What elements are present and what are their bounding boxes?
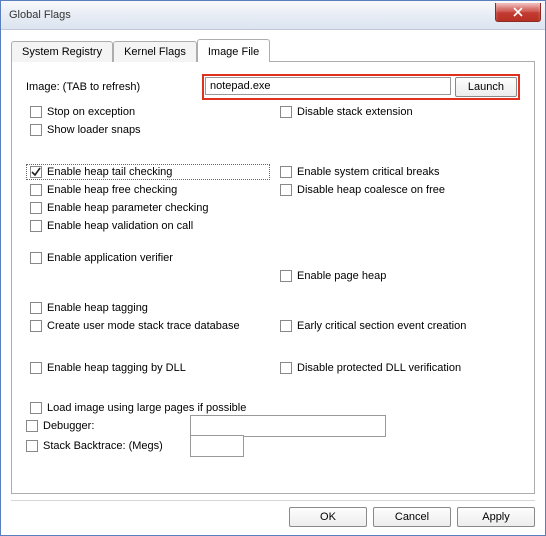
chk-label: Enable heap validation on call (47, 220, 193, 232)
chk-label: Enable heap parameter checking (47, 202, 208, 214)
chk-enable-heap-param[interactable]: Enable heap parameter checking (26, 200, 270, 216)
group-5: Enable heap tagging by DLL Disable prote… (26, 360, 520, 376)
checkbox-icon (280, 166, 292, 178)
checkbox-icon (280, 362, 292, 374)
checkbox-icon (30, 106, 42, 118)
group-2: Enable heap tail checking Enable heap fr… (26, 164, 520, 234)
chk-label: Enable application verifier (47, 252, 173, 264)
dialog-body: System Registry Kernel Flags Image File … (1, 30, 545, 500)
chk-label: Disable protected DLL verification (297, 362, 461, 374)
image-label: Image: (TAB to refresh) (26, 81, 196, 93)
titlebar: Global Flags (1, 1, 545, 30)
checkbox-icon (30, 402, 42, 414)
close-icon (513, 7, 523, 17)
chk-early-crit-section[interactable]: Early critical section event creation (276, 318, 520, 334)
input-backtrace[interactable] (190, 435, 244, 457)
chk-enable-heap-valid[interactable]: Enable heap validation on call (26, 218, 270, 234)
group-1-left: Stop on exception Show loader snaps (26, 104, 270, 138)
chk-enable-page-heap[interactable]: Enable page heap (276, 268, 520, 284)
chk-label: Create user mode stack trace database (47, 320, 240, 332)
checkbox-icon (26, 440, 38, 452)
footer: OK Cancel Apply (1, 501, 545, 535)
group-1: Stop on exception Show loader snaps Disa… (26, 104, 520, 138)
ok-button[interactable]: OK (289, 507, 367, 527)
group-1-right: Disable stack extension (276, 104, 520, 138)
checkbox-icon (30, 362, 42, 374)
chk-label: Disable heap coalesce on free (297, 184, 445, 196)
bottom-fields: Load image using large pages if possible… (26, 400, 520, 456)
checkbox-icon (26, 420, 38, 432)
chk-label: Enable heap tagging by DLL (47, 362, 186, 374)
chk-label: Enable heap tagging (47, 302, 148, 314)
checkbox-icon (30, 320, 42, 332)
group-4-right: Early critical section event creation (276, 300, 520, 334)
chk-debugger[interactable]: Debugger: (26, 420, 186, 432)
tabpanel-image-file: Image: (TAB to refresh) Launch Stop on e… (11, 61, 535, 494)
chk-enable-heap-tag-dll[interactable]: Enable heap tagging by DLL (26, 360, 270, 376)
group-4: Enable heap tagging Create user mode sta… (26, 300, 520, 334)
row-backtrace: Stack Backtrace: (Megs) (26, 436, 520, 456)
close-button[interactable] (495, 3, 541, 22)
group-2-left: Enable heap tail checking Enable heap fr… (26, 164, 270, 234)
window-title: Global Flags (9, 9, 495, 21)
checkbox-icon (280, 270, 292, 282)
group-3-right: Enable page heap (276, 250, 520, 284)
chk-label: Show loader snaps (47, 124, 141, 136)
checkbox-icon (30, 124, 42, 136)
checkbox-icon (280, 184, 292, 196)
checkbox-icon (30, 302, 42, 314)
checkbox-icon (30, 184, 42, 196)
group-5-left: Enable heap tagging by DLL (26, 360, 270, 376)
label-debugger: Debugger: (43, 420, 94, 432)
chk-label: Enable heap tail checking (47, 166, 172, 178)
chk-label: Enable heap free checking (47, 184, 177, 196)
chk-enable-heap-tagging[interactable]: Enable heap tagging (26, 300, 270, 316)
chk-create-stack-trace-db[interactable]: Create user mode stack trace database (26, 318, 270, 334)
checkbox-icon (30, 220, 42, 232)
group-2-right: Enable system critical breaks Disable he… (276, 164, 520, 234)
tab-image-file[interactable]: Image File (197, 39, 270, 62)
chk-stop-on-exception[interactable]: Stop on exception (26, 104, 270, 120)
group-5-right: Disable protected DLL verification (276, 360, 520, 376)
input-debugger[interactable] (190, 415, 386, 437)
image-row: Image: (TAB to refresh) Launch (26, 74, 520, 100)
launch-button[interactable]: Launch (455, 77, 517, 97)
checkbox-icon (280, 320, 292, 332)
chk-label: Stop on exception (47, 106, 135, 118)
row-debugger: Debugger: (26, 416, 520, 436)
chk-label: Load image using large pages if possible (47, 402, 246, 414)
tab-system-registry[interactable]: System Registry (11, 41, 113, 62)
group-3: Enable application verifier Enable page … (26, 250, 520, 284)
chk-label: Enable system critical breaks (297, 166, 439, 178)
chk-label: Enable page heap (297, 270, 386, 282)
checkbox-icon (30, 252, 42, 264)
highlight-box: Launch (202, 74, 520, 100)
chk-disable-stack-extension[interactable]: Disable stack extension (276, 104, 520, 120)
window: Global Flags System Registry Kernel Flag… (0, 0, 546, 536)
tablist: System Registry Kernel Flags Image File (11, 38, 535, 61)
chk-disable-heap-coalesce[interactable]: Disable heap coalesce on free (276, 182, 520, 198)
chk-show-loader-snaps[interactable]: Show loader snaps (26, 122, 270, 138)
chk-enable-heap-free[interactable]: Enable heap free checking (26, 182, 270, 198)
checkbox-icon (280, 106, 292, 118)
chk-label: Early critical section event creation (297, 320, 466, 332)
group-3-left: Enable application verifier (26, 250, 270, 284)
checkbox-icon (30, 166, 42, 178)
apply-button[interactable]: Apply (457, 507, 535, 527)
group-4-left: Enable heap tagging Create user mode sta… (26, 300, 270, 334)
chk-backtrace[interactable]: Stack Backtrace: (Megs) (26, 440, 186, 452)
label-backtrace: Stack Backtrace: (Megs) (43, 440, 163, 452)
tab-kernel-flags[interactable]: Kernel Flags (113, 41, 197, 62)
chk-enable-sys-critical[interactable]: Enable system critical breaks (276, 164, 520, 180)
cancel-button[interactable]: Cancel (373, 507, 451, 527)
chk-enable-app-verifier[interactable]: Enable application verifier (26, 250, 270, 266)
chk-load-large-pages[interactable]: Load image using large pages if possible (26, 400, 520, 416)
chk-disable-protected-dll[interactable]: Disable protected DLL verification (276, 360, 520, 376)
image-input[interactable] (205, 77, 451, 95)
chk-label: Disable stack extension (297, 106, 413, 118)
checkbox-icon (30, 202, 42, 214)
chk-enable-heap-tail[interactable]: Enable heap tail checking (26, 164, 270, 180)
